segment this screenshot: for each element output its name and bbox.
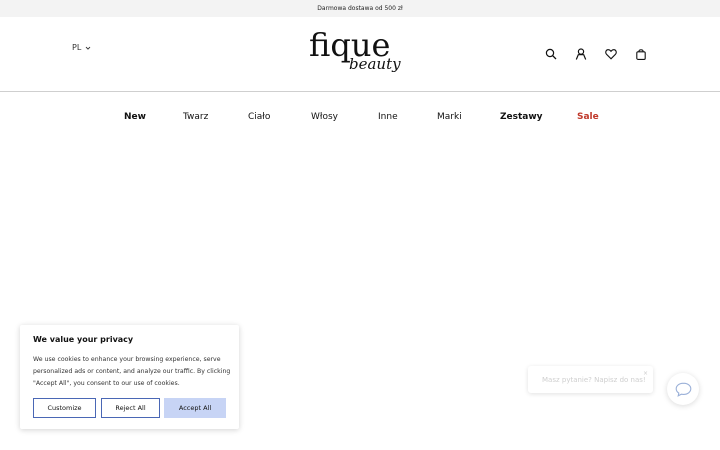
logo-graphic: fique beauty [309, 26, 401, 73]
nav-item-marki[interactable]: Marki [437, 112, 462, 122]
cart-button[interactable] [634, 47, 647, 60]
bag-icon [635, 48, 646, 60]
chat-close-icon[interactable]: × [643, 370, 648, 377]
nav-item-sale[interactable]: Sale [577, 112, 599, 122]
promo-bar: Darmowa dostawa od 500 zł [0, 0, 720, 17]
customize-button[interactable]: Customize [33, 398, 96, 418]
site-header: PL fique beauty [0, 17, 720, 91]
nav-item-wlosy[interactable]: Włosy [311, 112, 338, 122]
language-label: PL [72, 43, 82, 52]
heart-icon [604, 48, 617, 60]
header-divider [0, 91, 720, 92]
wishlist-button[interactable] [604, 47, 617, 60]
search-button[interactable] [544, 47, 557, 60]
nav-item-inne[interactable]: Inne [378, 112, 398, 122]
chevron-down-icon [85, 46, 91, 50]
logo-secondary: beauty [349, 55, 401, 73]
header-icons [544, 47, 647, 60]
cookie-description: We use cookies to enhance your browsing … [33, 356, 231, 387]
promo-text: Darmowa dostawa od 500 zł [317, 5, 403, 12]
account-button[interactable] [574, 47, 587, 60]
nav-item-zestawy[interactable]: Zestawy [500, 112, 543, 122]
user-icon [575, 47, 586, 60]
chat-icon [675, 382, 691, 397]
search-icon [545, 48, 556, 59]
chat-prompt-bubble[interactable]: Masz pytanie? Napisz do nas! × [528, 366, 653, 393]
nav-item-new[interactable]: New [124, 112, 146, 122]
language-selector[interactable]: PL [72, 43, 92, 52]
nav-item-cialo[interactable]: Ciało [248, 112, 270, 122]
reject-all-button[interactable]: Reject All [101, 398, 160, 418]
main-nav: New Twarz Ciało Włosy Inne Marki Zestawy… [0, 107, 720, 131]
chat-prompt-text: Masz pytanie? Napisz do nas! [542, 375, 646, 384]
cookie-consent-banner: We value your privacy We use cookies to … [20, 325, 239, 429]
nav-item-twarz[interactable]: Twarz [183, 112, 208, 122]
cookie-title: We value your privacy [33, 335, 134, 344]
chat-launcher-button[interactable] [667, 373, 699, 405]
accept-all-button[interactable]: Accept All [164, 398, 226, 418]
site-logo[interactable]: fique beauty [305, 23, 415, 85]
